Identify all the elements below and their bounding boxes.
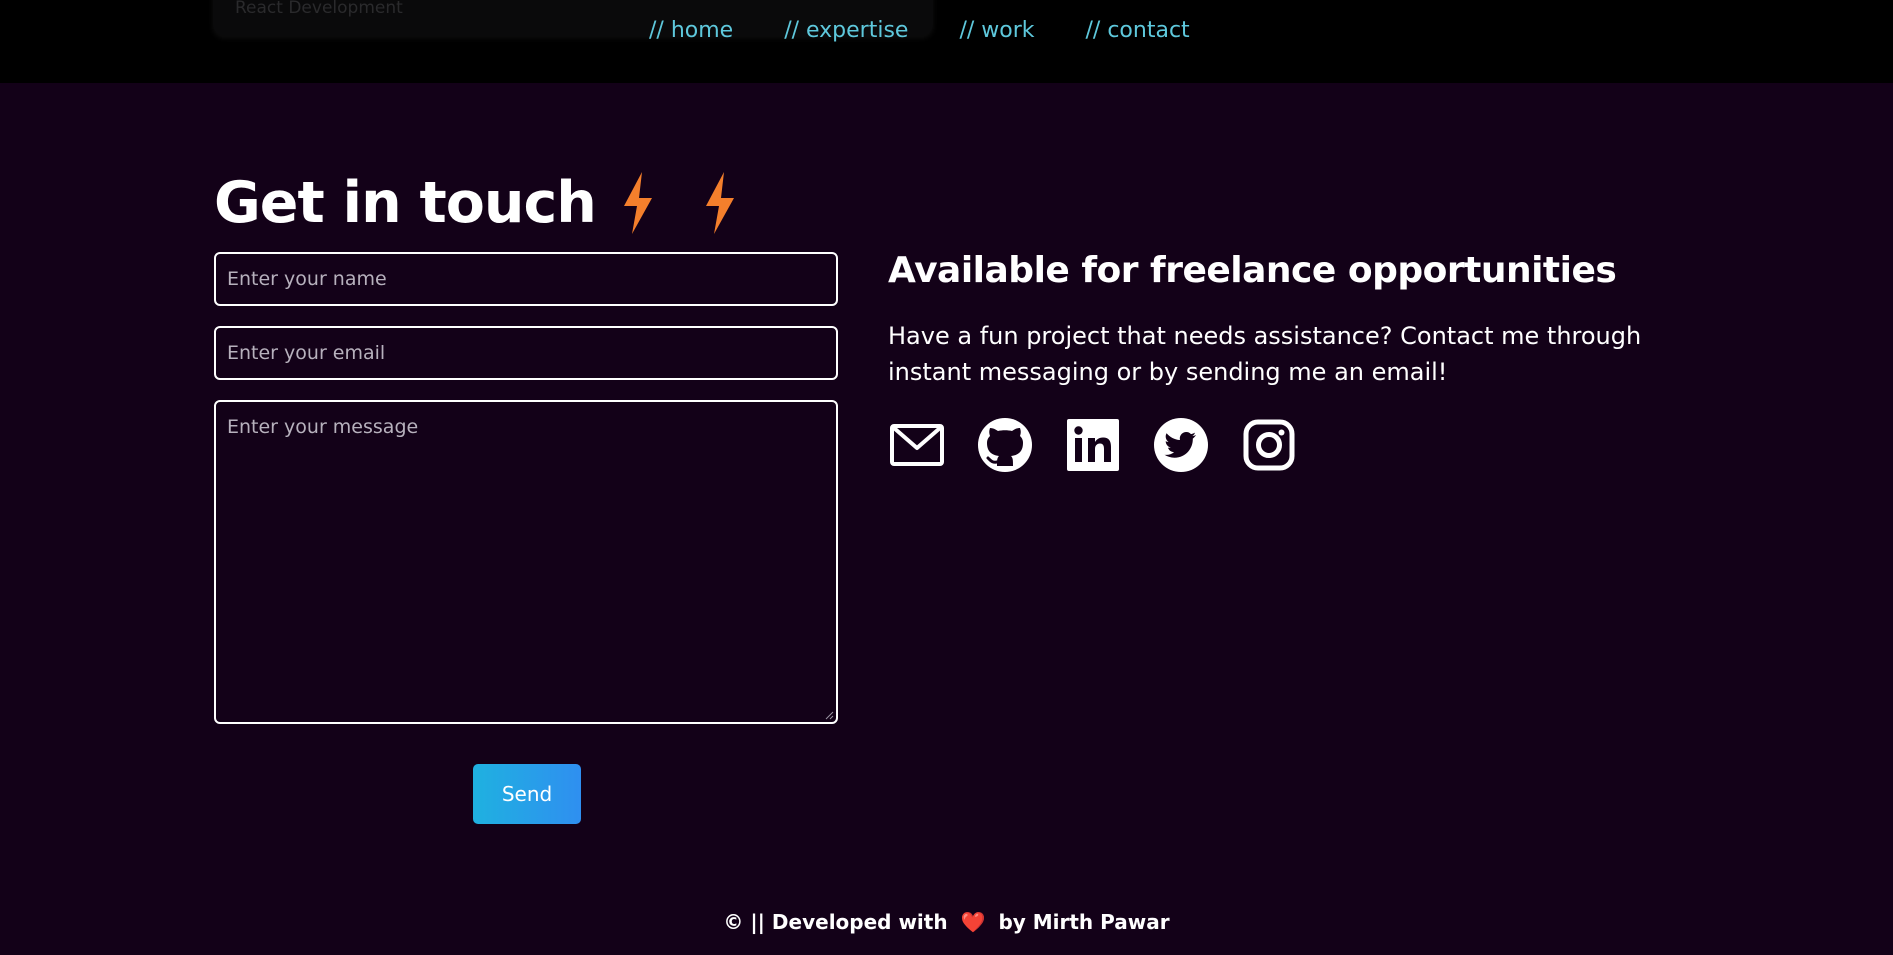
message-textarea[interactable]: Enter your message [214, 400, 838, 724]
instagram-icon[interactable] [1240, 416, 1298, 474]
footer-prefix: © || Developed with [723, 910, 948, 934]
resize-grip-icon[interactable] [824, 710, 834, 720]
freelance-title: Available for freelance opportunities [888, 250, 1617, 291]
footer: © || Developed with ❤️ by Mirth Pawar [0, 910, 1893, 934]
nav-link-contact[interactable]: // contact [1086, 14, 1190, 48]
github-icon[interactable] [976, 416, 1034, 474]
contact-heading: Get in touch [214, 166, 740, 240]
name-input-placeholder: Enter your name [227, 268, 387, 290]
lightning-bolt-icon [705, 172, 734, 234]
nav-link-work[interactable]: // work [959, 14, 1034, 48]
lightning-bolt-icon [623, 172, 652, 234]
linkedin-icon[interactable] [1064, 416, 1122, 474]
contact-page: React Development // home // expertise /… [0, 0, 1893, 955]
name-input[interactable]: Enter your name [214, 252, 838, 306]
nav-link-expertise[interactable]: // expertise [784, 14, 908, 48]
freelance-description: Have a fun project that needs assistance… [888, 322, 1642, 386]
nav-link-home[interactable]: // home [649, 14, 733, 48]
send-button[interactable]: Send [473, 764, 581, 824]
twitter-icon[interactable] [1152, 416, 1210, 474]
footer-author: by Mirth Pawar [998, 910, 1170, 934]
heart-icon: ❤️ [960, 910, 986, 934]
social-links [888, 416, 1298, 474]
scrolled-skill-card-label: React Development [235, 0, 403, 18]
mail-icon[interactable] [888, 416, 946, 474]
page-title: Get in touch [214, 170, 597, 236]
email-input[interactable]: Enter your email [214, 326, 838, 380]
email-input-placeholder: Enter your email [227, 342, 386, 364]
message-textarea-placeholder: Enter your message [227, 416, 419, 438]
main-nav: // home // expertise // work // contact [649, 14, 1190, 48]
top-navbar: React Development // home // expertise /… [0, 0, 1893, 83]
